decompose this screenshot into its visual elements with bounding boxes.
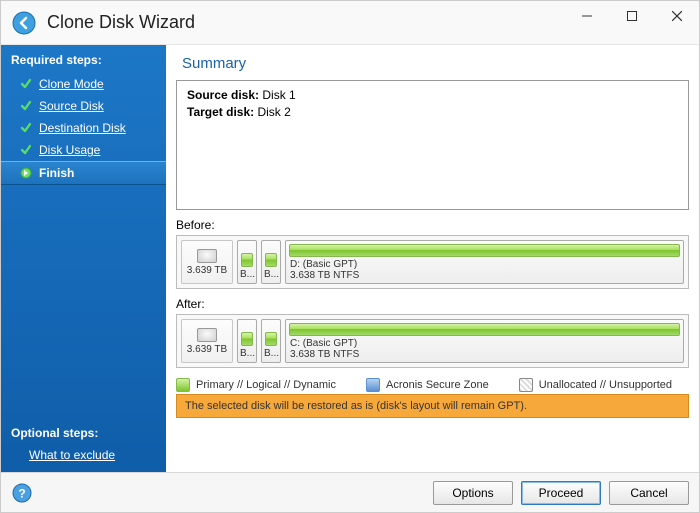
partition[interactable]: D: (Basic GPT) 3.638 TB NTFS — [285, 240, 684, 284]
page-title: Summary — [166, 45, 699, 80]
partition[interactable]: B... — [237, 240, 257, 284]
primary-swatch-icon — [176, 378, 190, 392]
step-clone-mode[interactable]: Clone Mode — [1, 73, 166, 95]
step-label: Clone Mode — [39, 77, 104, 91]
check-icon — [19, 121, 33, 135]
step-label: Destination Disk — [39, 121, 126, 135]
main-content: Summary Source disk: Disk 1 Target disk:… — [166, 45, 699, 472]
check-icon — [19, 77, 33, 91]
help-button[interactable]: ? — [11, 482, 33, 504]
check-icon — [19, 99, 33, 113]
after-disk-row: 3.639 TB B... B... C: (Basic GPT) 3.638 … — [176, 314, 689, 368]
step-label: Disk Usage — [39, 143, 100, 157]
sidebar: Required steps: Clone Mode Source Disk D… — [1, 45, 166, 472]
step-finish[interactable]: Finish — [1, 161, 166, 185]
partition[interactable]: B... — [261, 240, 281, 284]
window-title: Clone Disk Wizard — [47, 12, 195, 33]
before-disk-row: 3.639 TB B... B... D: (Basic GPT) 3.638 … — [176, 235, 689, 289]
titlebar: Clone Disk Wizard — [1, 1, 699, 45]
secure-swatch-icon — [366, 378, 380, 392]
disk-icon[interactable]: 3.639 TB — [181, 319, 233, 363]
what-to-exclude-link[interactable]: What to exclude — [1, 444, 166, 472]
step-disk-usage[interactable]: Disk Usage — [1, 139, 166, 161]
minimize-button[interactable] — [564, 1, 609, 31]
maximize-button[interactable] — [609, 1, 654, 31]
after-section: After: 3.639 TB B... B... C: (Bas — [176, 297, 689, 368]
cancel-button[interactable]: Cancel — [609, 481, 689, 505]
partition[interactable]: C: (Basic GPT) 3.638 TB NTFS — [285, 319, 684, 363]
step-label: Finish — [39, 166, 74, 180]
disk-icon[interactable]: 3.639 TB — [181, 240, 233, 284]
disk-size: 3.639 TB — [187, 265, 227, 276]
window-controls — [564, 1, 699, 31]
bottom-bar: ? Options Proceed Cancel — [1, 472, 699, 512]
proceed-button[interactable]: Proceed — [521, 481, 601, 505]
legend-secure: Acronis Secure Zone — [366, 378, 489, 392]
step-label: Source Disk — [39, 99, 104, 113]
step-destination-disk[interactable]: Destination Disk — [1, 117, 166, 139]
arrow-right-icon — [19, 166, 33, 180]
required-steps-label: Required steps: — [1, 45, 166, 73]
hdd-icon — [197, 249, 217, 263]
unallocated-swatch-icon — [519, 378, 533, 392]
check-icon — [19, 143, 33, 157]
close-button[interactable] — [654, 1, 699, 31]
options-button[interactable]: Options — [433, 481, 513, 505]
optional-steps-label: Optional steps: — [1, 418, 166, 444]
legend-unallocated: Unallocated // Unsupported — [519, 378, 672, 392]
summary-box: Source disk: Disk 1 Target disk: Disk 2 — [176, 80, 689, 210]
before-section: Before: 3.639 TB B... B... D: (Ba — [176, 218, 689, 289]
after-label: After: — [176, 297, 689, 311]
partition[interactable]: B... — [261, 319, 281, 363]
notice-bar: The selected disk will be restored as is… — [176, 394, 689, 418]
svg-text:?: ? — [18, 486, 25, 500]
partition[interactable]: B... — [237, 319, 257, 363]
disk-size: 3.639 TB — [187, 344, 227, 355]
back-button[interactable] — [11, 10, 37, 36]
hdd-icon — [197, 328, 217, 342]
legend-primary: Primary // Logical // Dynamic — [176, 378, 336, 392]
step-source-disk[interactable]: Source Disk — [1, 95, 166, 117]
legend: Primary // Logical // Dynamic Acronis Se… — [176, 378, 689, 392]
before-label: Before: — [176, 218, 689, 232]
